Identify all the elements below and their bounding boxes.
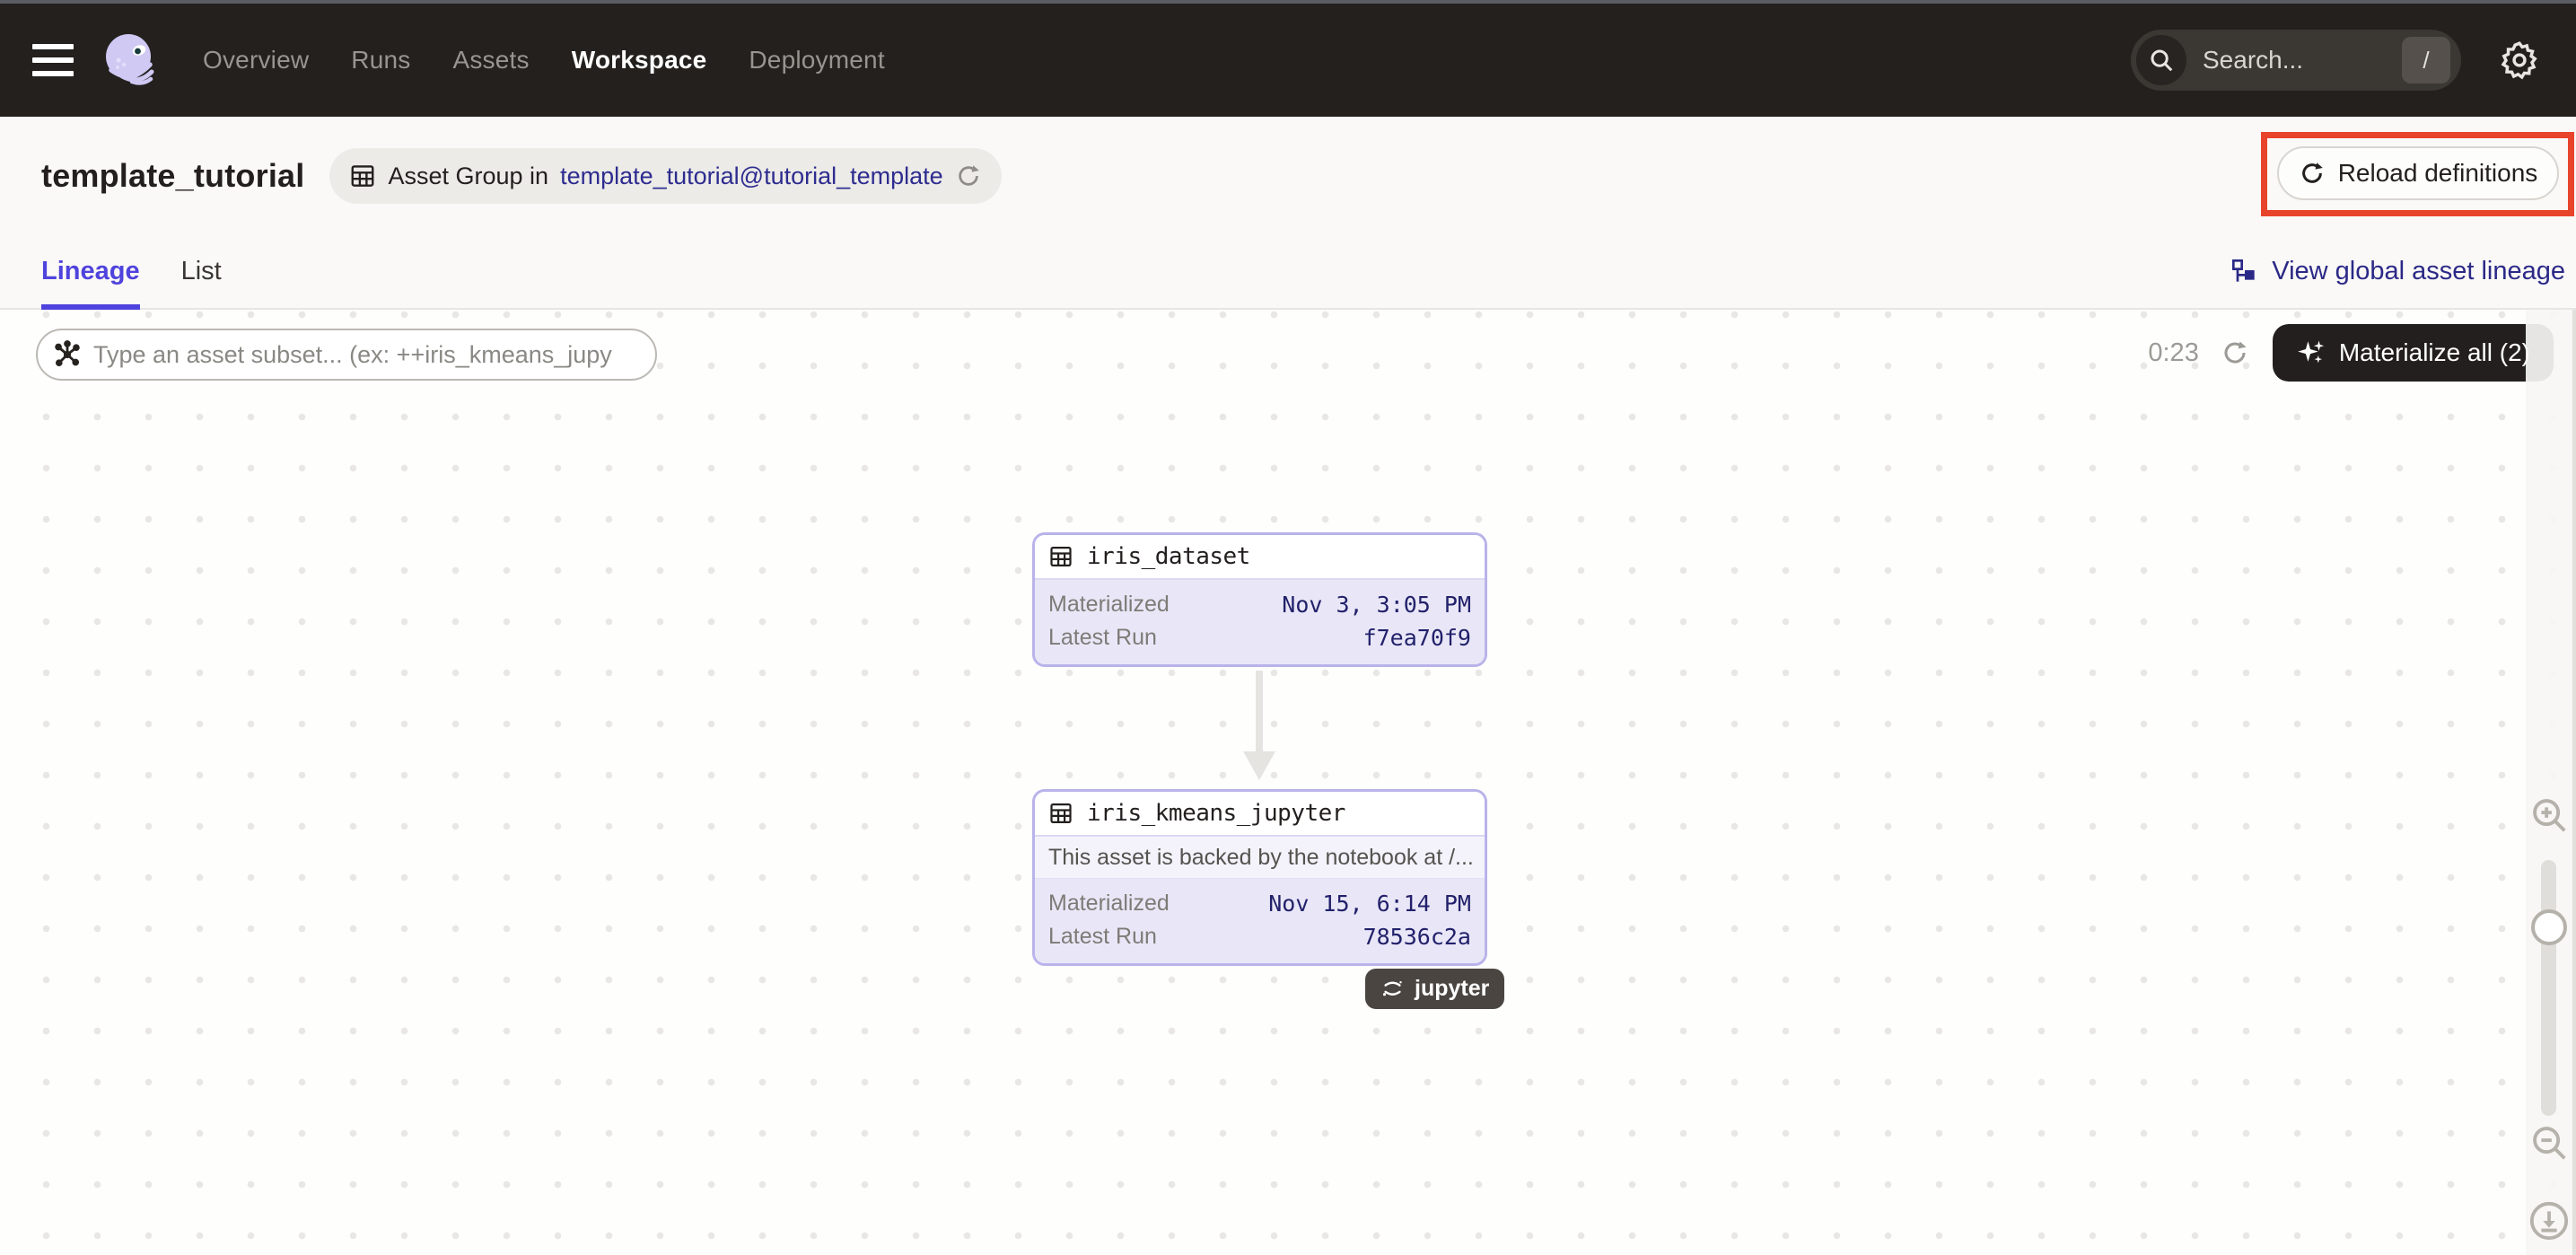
menu-icon[interactable] [32, 44, 74, 76]
stat-label: Materialized [1048, 891, 1170, 917]
badge-prefix: Asset Group in [388, 162, 548, 190]
refresh-countdown: 0:23 [2148, 338, 2198, 368]
compute-kind-tag-jupyter[interactable]: jupyter [1365, 969, 1504, 1009]
materialize-all-label: Materialize all (2) [2339, 338, 2530, 367]
refresh-icon[interactable] [2221, 338, 2249, 367]
zoom-slider-knob[interactable] [2531, 909, 2567, 945]
lineage-edge [1256, 671, 1263, 751]
nav-workspace[interactable]: Workspace [572, 46, 707, 75]
top-navbar: Overview Runs Assets Workspace Deploymen… [0, 4, 2576, 117]
nav-runs[interactable]: Runs [351, 46, 410, 75]
latest-run-link[interactable]: f7ea70f9 [1363, 625, 1471, 651]
zoom-slider-track[interactable] [2541, 860, 2556, 1116]
asset-node-header: iris_kmeans_jupyter [1035, 792, 1485, 837]
latest-run-link[interactable]: 78536c2a [1363, 924, 1471, 950]
asset-name: iris_kmeans_jupyter [1087, 800, 1345, 827]
navbar-right-group: Search... / [2131, 30, 2540, 91]
search-shortcut-key: / [2402, 37, 2450, 83]
page-header: template_tutorial Asset Group in templat… [0, 117, 2576, 235]
code-location-link[interactable]: template_tutorial@tutorial_template [560, 162, 943, 190]
asset-name: iris_dataset [1087, 543, 1250, 570]
stat-row: Latest Run 78536c2a [1048, 920, 1471, 953]
search-placeholder: Search... [2203, 46, 2402, 75]
search-input[interactable]: Search... / [2131, 30, 2461, 91]
lineage-graph-icon [2230, 258, 2259, 286]
stat-label: Materialized [1048, 592, 1170, 618]
nav-assets[interactable]: Assets [452, 46, 529, 75]
badge-reload-icon[interactable] [955, 162, 982, 189]
stat-row: Materialized Nov 3, 3:05 PM [1048, 588, 1471, 621]
dagster-logo[interactable] [101, 31, 160, 90]
asset-node-iris-kmeans-jupyter[interactable]: iris_kmeans_jupyter This asset is backed… [1032, 789, 1487, 966]
asset-node-stats: Materialized Nov 3, 3:05 PM Latest Run f… [1035, 580, 1485, 664]
asset-node-iris-dataset[interactable]: iris_dataset Materialized Nov 3, 3:05 PM… [1032, 532, 1487, 667]
zoom-controls [2527, 310, 2572, 1255]
materialize-all-button[interactable]: Materialize all (2) [2273, 324, 2554, 382]
sparkle-icon [2296, 338, 2326, 368]
lineage-edge-arrowhead [1243, 751, 1275, 780]
asset-node-stats: Materialized Nov 15, 6:14 PM Latest Run … [1035, 879, 1485, 963]
asset-group-badge: Asset Group in template_tutorial@tutoria… [329, 148, 1001, 204]
table-grid-icon [1048, 801, 1073, 826]
view-global-asset-lineage-link[interactable]: View global asset lineage [2230, 235, 2565, 308]
asset-subset-input[interactable] [93, 341, 646, 369]
tabs-row: Lineage List View global asset lineage [0, 235, 2576, 310]
asset-description: This asset is backed by the notebook at … [1035, 837, 1485, 879]
zoom-out-icon[interactable] [2528, 1122, 2570, 1163]
stat-row: Materialized Nov 15, 6:14 PM [1048, 887, 1471, 920]
download-icon[interactable] [2528, 1200, 2570, 1242]
table-grid-icon [1048, 544, 1073, 569]
lineage-canvas[interactable]: 0:23 Materialize all (2) iris_dataset [0, 310, 2576, 1255]
reload-definitions-button[interactable]: Reload definitions [2277, 146, 2559, 200]
materialized-timestamp-link[interactable]: Nov 3, 3:05 PM [1282, 592, 1471, 618]
op-selector-icon [52, 339, 83, 370]
reload-icon [2299, 160, 2326, 187]
compute-kind-label: jupyter [1415, 976, 1489, 1002]
table-grid-icon [349, 162, 376, 189]
primary-nav: Overview Runs Assets Workspace Deploymen… [203, 46, 885, 75]
tab-list[interactable]: List [181, 235, 222, 308]
stat-label: Latest Run [1048, 625, 1157, 651]
jupyter-icon [1380, 977, 1405, 1001]
nav-overview[interactable]: Overview [203, 46, 309, 75]
stat-label: Latest Run [1048, 924, 1157, 950]
canvas-toolbar-right: 0:23 Materialize all (2) [2148, 323, 2554, 382]
asset-subset-input-wrap [36, 329, 657, 381]
nav-deployment[interactable]: Deployment [749, 46, 884, 75]
page-title: template_tutorial [41, 157, 304, 195]
search-icon [2136, 35, 2186, 85]
zoom-in-icon[interactable] [2528, 794, 2570, 836]
view-global-asset-lineage-label: View global asset lineage [2272, 257, 2565, 286]
asset-node-header: iris_dataset [1035, 535, 1485, 580]
tab-lineage[interactable]: Lineage [41, 235, 140, 308]
settings-gear-icon[interactable] [2499, 39, 2540, 81]
stat-row: Latest Run f7ea70f9 [1048, 621, 1471, 654]
materialized-timestamp-link[interactable]: Nov 15, 6:14 PM [1268, 891, 1471, 917]
reload-definitions-label: Reload definitions [2338, 159, 2538, 188]
